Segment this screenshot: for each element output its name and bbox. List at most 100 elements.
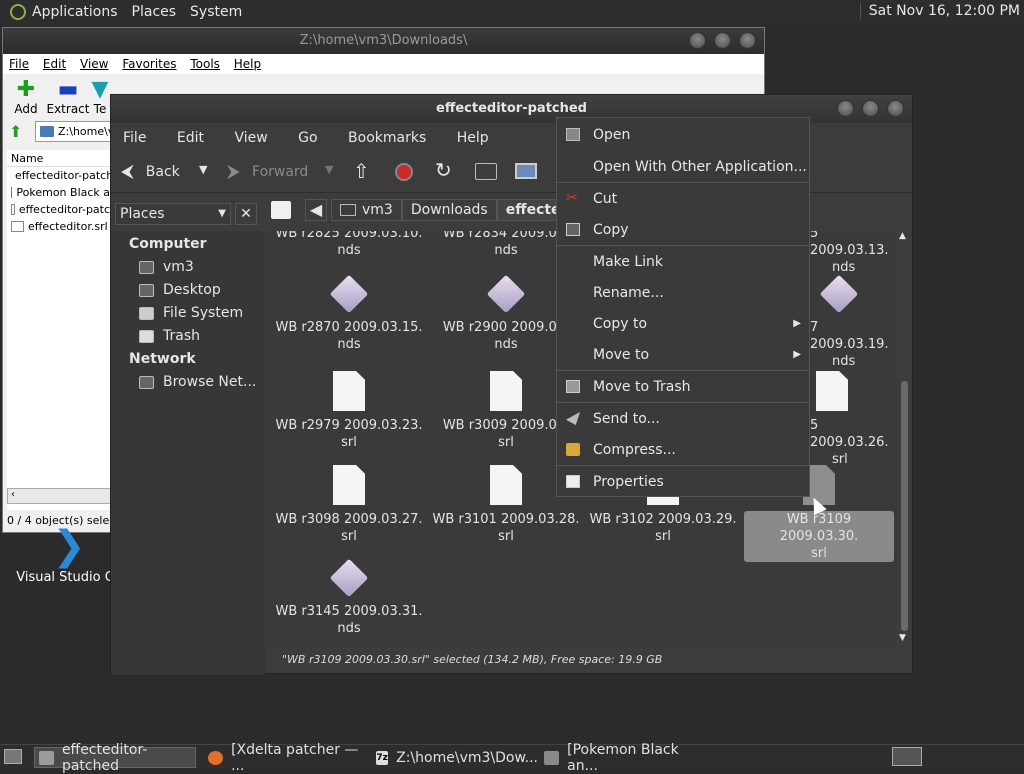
home-folder-icon	[139, 261, 154, 274]
menu-item-make-link[interactable]: Make Link	[557, 247, 809, 277]
scroll-left-icon[interactable]: ‹	[11, 489, 15, 500]
menu-item-cut[interactable]: ✂ Cut	[557, 184, 809, 214]
test-button[interactable]: ▼ Te	[89, 78, 111, 116]
up-arrow-icon[interactable]: ⇧	[353, 159, 370, 183]
file-item[interactable]: 7 2009.03.19. nds	[810, 274, 890, 370]
extract-button[interactable]: ▬ Extract	[45, 77, 91, 117]
menu-favorites[interactable]: Favorites	[122, 57, 176, 71]
file-item[interactable]: WB r3098 2009.03.27. srl	[274, 465, 424, 545]
mate-logo-icon[interactable]	[10, 4, 26, 20]
breadcrumb-downloads[interactable]: Downloads	[401, 199, 497, 221]
file-item[interactable]: WB r3145 2009.03.31. nds	[274, 558, 424, 637]
menu-item-label: Move to Trash	[593, 379, 691, 395]
scrollbar-thumb[interactable]	[901, 381, 908, 631]
taskbar-item-xdelta[interactable]: [Xdelta patcher — ...	[204, 742, 368, 774]
list-item[interactable]: Pokemon Black an	[7, 184, 117, 201]
menu-item-move-to[interactable]: Move to ▶	[557, 340, 809, 370]
sidebar-item-trash[interactable]: Trash	[111, 325, 265, 348]
menu-item-copy[interactable]: Copy	[557, 215, 809, 245]
file-name-line2: nds	[832, 260, 856, 275]
menu-item-rename[interactable]: Rename...	[557, 278, 809, 308]
menu-item-properties[interactable]: Properties	[557, 467, 809, 497]
file-item[interactable]: 5 2009.03.26. srl	[810, 371, 890, 468]
list-item[interactable]: effecteditor.srl	[7, 218, 117, 235]
menu-item-compress[interactable]: Compress...	[557, 435, 809, 465]
breadcrumb-vm3[interactable]: vm3	[331, 199, 402, 221]
menu-item-send-to[interactable]: Send to...	[557, 404, 809, 434]
maximize-button[interactable]	[862, 100, 879, 117]
home-icon[interactable]	[475, 163, 497, 180]
up-arrow-icon[interactable]: ⬆	[9, 122, 22, 141]
menu-view[interactable]: View	[80, 57, 108, 71]
column-header-name[interactable]: Name	[7, 150, 117, 167]
file-item[interactable]: WB r2979 2009.03.23. srl	[274, 371, 424, 451]
taskbar-item-7zip[interactable]: 7z Z:\home\vm3\Dow...	[372, 747, 538, 768]
close-button[interactable]	[739, 32, 756, 49]
minimize-button[interactable]	[689, 32, 706, 49]
file-item[interactable]: WB r2870 2009.03.15. nds	[274, 274, 424, 353]
places-menu[interactable]: Places	[132, 4, 177, 20]
menu-item-open-with[interactable]: Open With Other Application...	[557, 152, 809, 182]
separator	[557, 245, 809, 246]
workspace-switcher-icon[interactable]	[892, 747, 922, 766]
list-item[interactable]: effecteditor-patch	[7, 201, 117, 218]
add-button[interactable]: ✚ Add	[3, 77, 49, 117]
menu-item-label: Copy to	[593, 316, 648, 332]
forward-button[interactable]: ⮞ Forward	[227, 161, 308, 182]
menu-item-move-to-trash[interactable]: Move to Trash	[557, 372, 809, 402]
horizontal-scrollbar[interactable]: ‹	[7, 488, 113, 504]
applications-menu[interactable]: Applications	[32, 4, 118, 20]
clock[interactable]: Sat Nov 16, 12:00 PM	[859, 3, 1020, 19]
menu-view[interactable]: View	[234, 130, 267, 146]
menu-help[interactable]: Help	[457, 130, 489, 146]
menu-item-label: Cut	[593, 191, 618, 207]
reload-icon[interactable]: ↻	[435, 158, 452, 182]
trash-icon	[566, 380, 580, 393]
stop-icon[interactable]	[395, 163, 413, 181]
menu-item-open[interactable]: Open	[557, 120, 809, 150]
close-button[interactable]	[887, 100, 904, 117]
file-name-line1: WB r2979 2009.03.23.	[275, 418, 423, 433]
menu-edit[interactable]: Edit	[43, 57, 66, 71]
menu-file[interactable]: File	[123, 130, 146, 146]
menu-edit[interactable]: Edit	[177, 130, 204, 146]
taskbar-item-pokemon[interactable]: [Pokemon Black an...	[540, 742, 706, 774]
taskbar-item-caja[interactable]: effecteditor-patched	[34, 742, 196, 774]
edit-location-icon[interactable]	[271, 201, 291, 219]
scroll-down-icon[interactable]: ▼	[899, 633, 906, 643]
menu-file[interactable]: File	[9, 57, 29, 71]
sidebar-item-desktop[interactable]: Desktop	[111, 279, 265, 302]
computer-icon[interactable]	[515, 163, 537, 179]
sidebar-item-browse-network[interactable]: Browse Net...	[111, 371, 265, 394]
add-icon: ✚	[16, 77, 36, 102]
system-menu[interactable]: System	[190, 4, 242, 20]
trash-icon	[139, 330, 154, 343]
close-sidebar-icon[interactable]: ✕	[235, 203, 257, 225]
file-item[interactable]: 5 2009.03.13. nds	[810, 231, 890, 276]
path-left-arrow-icon[interactable]: ◀	[305, 199, 327, 221]
menu-item-label: Compress...	[593, 442, 676, 458]
menu-bookmarks[interactable]: Bookmarks	[348, 130, 426, 146]
desktop-icon-vscode[interactable]: ❯ Visual Studio Co	[14, 526, 124, 585]
minimize-button[interactable]	[837, 100, 854, 117]
address-input[interactable]: Z:\home\v	[35, 121, 115, 142]
sidebar-item-filesystem[interactable]: File System	[111, 302, 265, 325]
sidebar-item-vm3[interactable]: vm3	[111, 256, 265, 279]
back-history-dropdown-icon[interactable]: ▼	[199, 163, 207, 176]
desktop-icon	[139, 284, 154, 297]
back-button[interactable]: ⮜ Back	[121, 161, 180, 182]
list-item[interactable]: effecteditor-patche	[7, 167, 117, 184]
forward-history-dropdown-icon[interactable]: ▼	[325, 163, 333, 176]
sidebar-selector[interactable]: Places ▼	[115, 203, 231, 225]
menu-tools[interactable]: Tools	[190, 57, 220, 71]
menu-help[interactable]: Help	[234, 57, 261, 71]
scroll-up-icon[interactable]: ▲	[899, 231, 906, 241]
menu-item-copy-to[interactable]: Copy to ▶	[557, 309, 809, 339]
copy-icon	[566, 223, 580, 236]
file-item[interactable]: WB r2825 2009.03.10. nds	[274, 231, 424, 259]
menu-go[interactable]: Go	[298, 130, 317, 146]
maximize-button[interactable]	[714, 32, 731, 49]
show-desktop-icon[interactable]	[4, 749, 22, 764]
extract-icon: ▬	[57, 77, 79, 102]
vertical-scrollbar[interactable]: ▲ ▼	[896, 231, 912, 647]
